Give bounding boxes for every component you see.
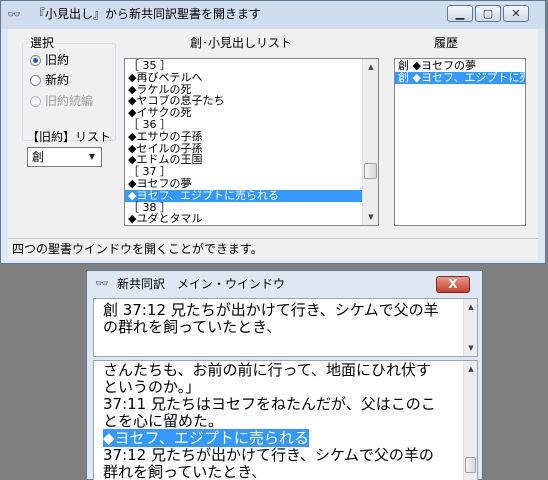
highlighted-heading[interactable]: ◆ヨセフ、エジプトに売られる: [103, 429, 309, 447]
book-combobox-value: 創: [32, 150, 45, 164]
scroll-up-icon[interactable]: ▲: [364, 60, 378, 74]
book-combobox[interactable]: 創 ▼: [27, 147, 102, 167]
verse-line: の群れを飼っていたとき、: [103, 318, 282, 336]
main-window-title: 新共同訳 メイン・ウインドウ: [117, 277, 286, 291]
verse-line: さんたちも、お前の前に行って、地面にひれ伏す: [103, 361, 432, 379]
close-button[interactable]: ✕: [503, 5, 529, 22]
radio-apocrypha: 旧約続編: [30, 93, 93, 109]
verse-line: 37:12 兄たちが出かけて行き、シケムで父の羊の: [103, 446, 434, 464]
minimize-button[interactable]: ▁: [447, 5, 473, 22]
scroll-down-icon[interactable]: ▼: [364, 210, 378, 224]
status-bar: 四つの聖書ウインドウを開くことができます。: [8, 238, 538, 260]
bottom-pane-scrollbar[interactable]: ▲: [463, 361, 477, 480]
book-glasses-icon: 👓: [95, 277, 109, 290]
chevron-down-icon[interactable]: ▼: [85, 150, 99, 164]
scroll-up-icon[interactable]: ▲: [465, 300, 477, 314]
heading-list-item[interactable]: ◆ユダとタマル: [125, 213, 362, 225]
verse-line: 37:11 兄たちはヨセフをねたんだが、父はこのこ: [103, 395, 436, 413]
verse-line: ◆ヨセフ、エジプトに売られる: [94, 429, 463, 447]
book-glasses-icon: 👓: [7, 8, 21, 21]
top-pane-scrollbar[interactable]: ▲ ▼: [463, 299, 477, 356]
scroll-up-icon[interactable]: ▲: [465, 362, 477, 376]
scroll-thumb[interactable]: [364, 163, 377, 179]
search-dialog-window: 👓 『小見出し』から新共同訳聖書を開きます ▁ ▢ ✕ 選択 旧約 新約 旧約続…: [0, 0, 546, 264]
radio-label-apocrypha: 旧約続編: [45, 94, 94, 108]
main-bible-window: 👓 新共同訳 メイン・ウインドウ X 創 37:12 兄たちが出かけて行き、シケ…: [86, 270, 483, 480]
radio-old-testament[interactable]: 旧約: [30, 52, 69, 68]
dialog-client-area: 選択 旧約 新約 旧約続編 【旧約】リスト 創 ▼ 創･小見出しリスト ［ 35…: [8, 29, 538, 238]
headings-listbox[interactable]: ［ 35 ］ ◆再びベテルへ ◆ラケルの死 ◆ヤコブの息子たち ◆イサクの死 ［ 36 ］…: [124, 58, 379, 226]
history-listbox[interactable]: 創 ◆ヨセフの夢創 ◆ヨセフ、エジプトに売られる: [394, 58, 526, 226]
scroll-thumb[interactable]: [465, 457, 476, 473]
radio-label-old: 旧約: [45, 53, 70, 67]
verse-top-pane[interactable]: 創 37:12 兄たちが出かけて行き、シケムで父の羊 の群れを飼っていたとき、 ▲…: [93, 298, 478, 357]
radio-button-checked[interactable]: [30, 55, 41, 66]
dialog-titlebar[interactable]: 👓 『小見出し』から新共同訳聖書を開きます ▁ ▢ ✕: [1, 1, 545, 29]
main-window-titlebar[interactable]: 👓 新共同訳 メイン・ウインドウ X: [87, 271, 482, 297]
radio-button-disabled: [30, 96, 41, 107]
verse-line: 群れを飼っていたとき、: [103, 463, 267, 480]
headings-list-label: 創･小見出しリスト: [190, 36, 293, 50]
book-list-label: 【旧約】リスト: [27, 130, 112, 144]
verse-line: 創 37:12 兄たちが出かけて行き、シケムで父の羊: [103, 301, 439, 319]
radio-label-new: 新約: [45, 73, 70, 87]
testament-group-legend: 選択: [28, 34, 57, 51]
verse-bottom-pane[interactable]: さんたちも、お前の前に行って、地面にひれ伏す というのか。」 37:11 兄たちはヨ…: [93, 360, 478, 480]
history-list-item[interactable]: 創 ◆ヨセフ、エジプトに売られる: [395, 71, 525, 84]
heading-list-item[interactable]: ◆ヨセフの夢: [125, 178, 362, 190]
radio-new-testament[interactable]: 新約: [30, 72, 69, 88]
verse-line: とを心に留めた。: [103, 412, 224, 430]
scroll-down-icon[interactable]: ▼: [465, 341, 477, 355]
history-list-label: 履歴: [434, 36, 459, 50]
dialog-title: 『小見出し』から新共同訳聖書を開きます: [33, 7, 262, 21]
heading-list-item[interactable]: ◆再びベテルへ: [125, 71, 362, 84]
heading-list-item[interactable]: ◆ヨセフ、エジプトに売られる: [125, 189, 362, 202]
maximize-button[interactable]: ▢: [475, 5, 501, 22]
headings-scrollbar[interactable]: ▲ ▼: [362, 59, 378, 225]
main-close-button[interactable]: X: [436, 276, 470, 293]
verse-line: というのか。」: [103, 378, 201, 396]
radio-button[interactable]: [30, 75, 41, 86]
heading-list-item[interactable]: ◆エサウの子孫: [125, 130, 362, 143]
heading-list-item[interactable]: ［ 36 ］: [125, 119, 362, 131]
